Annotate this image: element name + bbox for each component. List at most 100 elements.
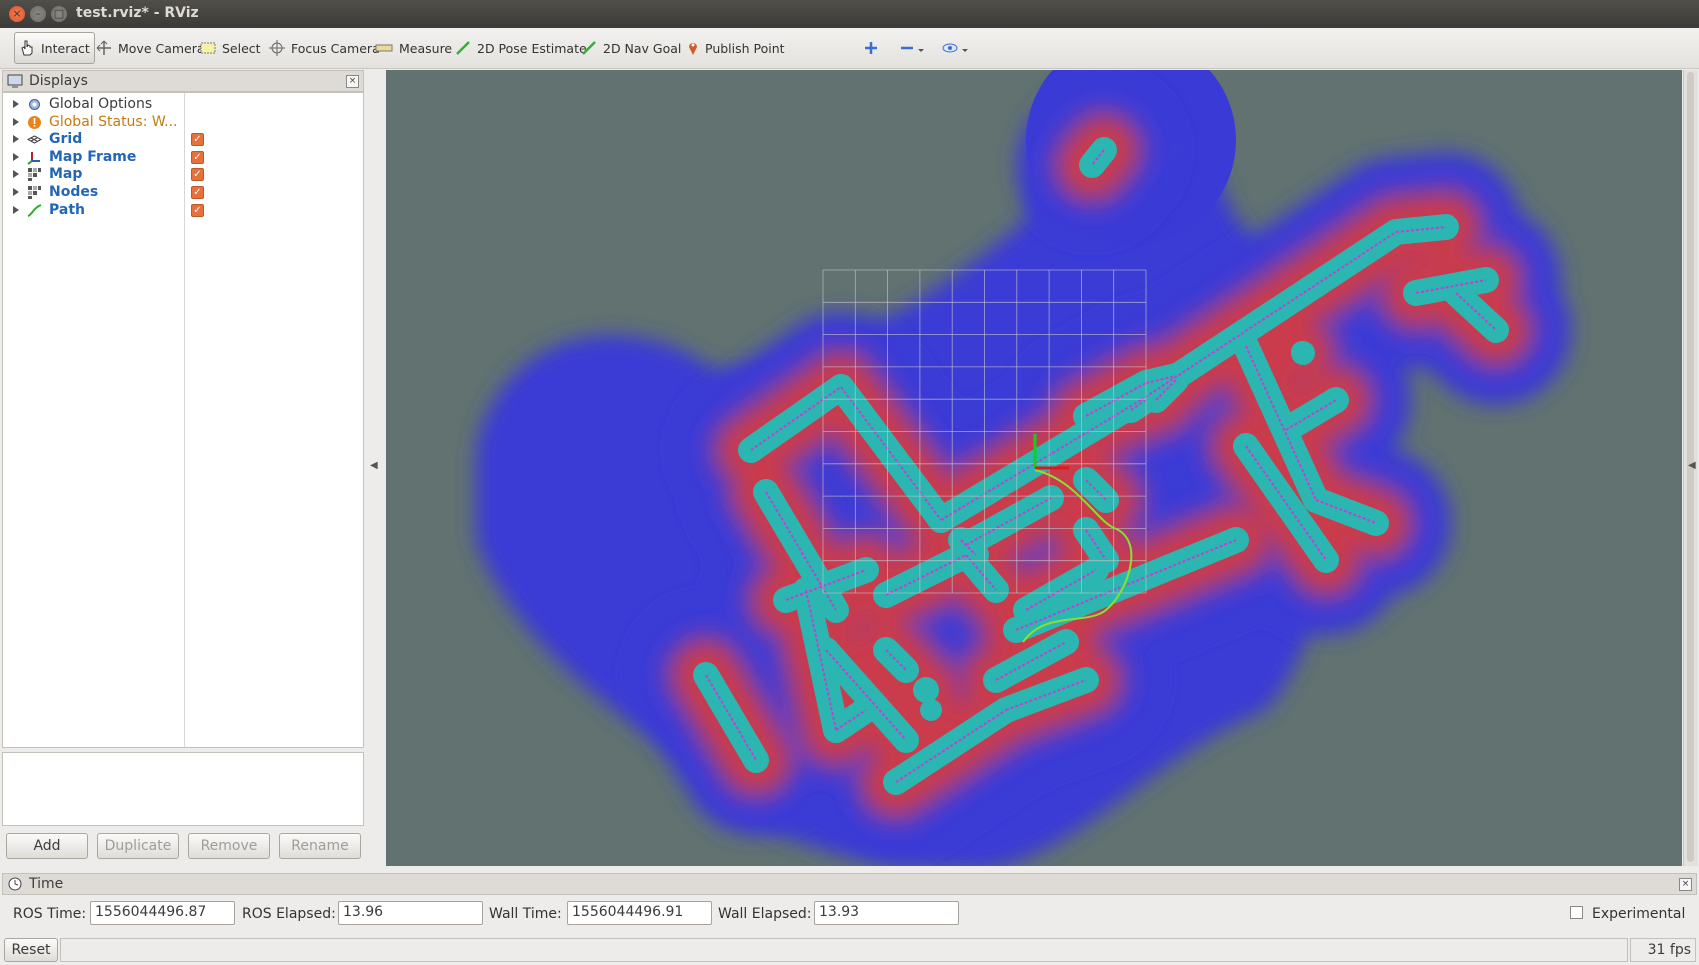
tool-label: Measure	[399, 40, 453, 56]
window-maximize-button[interactable]: □	[51, 6, 67, 22]
costmap-canvas	[476, 70, 1571, 866]
ruler-icon	[375, 44, 393, 52]
tool-label: Publish Point	[705, 40, 785, 56]
wall-elapsed-label: Wall Elapsed:	[718, 906, 812, 922]
ros-elapsed-field[interactable]: 13.96	[338, 901, 483, 925]
display-item-path[interactable]: Path ✓	[3, 201, 363, 220]
display-item-label: Map Frame	[49, 148, 137, 165]
tool-interact[interactable]: Interact	[14, 32, 95, 64]
expand-arrow-icon[interactable]	[13, 188, 19, 196]
expand-arrow-icon[interactable]	[13, 205, 19, 214]
collapse-left-arrow[interactable]: ◀	[370, 460, 378, 471]
toolbar: Interact Move Camera Select Focus Camera…	[0, 28, 1699, 69]
duplicate-display-button[interactable]: Duplicate	[97, 833, 179, 859]
window-minimize-button[interactable]: –	[30, 6, 46, 22]
monitor-icon	[7, 74, 23, 88]
display-enabled-checkbox[interactable]: ✓	[191, 186, 204, 199]
move-camera-icon	[96, 40, 111, 55]
display-item-global-options[interactable]: Global Options	[3, 95, 363, 114]
plus-icon	[865, 42, 877, 54]
status-bar: Reset 31 fps	[0, 935, 1699, 965]
status-message	[60, 938, 1628, 962]
expand-arrow-icon[interactable]	[13, 170, 19, 179]
tool-label: Move Camera	[118, 40, 205, 56]
tool-publish-point[interactable]: Publish Point	[683, 36, 789, 60]
display-item-map[interactable]: Map ✓	[3, 165, 363, 184]
experimental-checkbox[interactable]	[1570, 906, 1583, 919]
collapse-right-arrow[interactable]: ◀	[1688, 460, 1696, 471]
add-tool-button[interactable]	[860, 36, 882, 60]
display-item-label: Map	[49, 166, 83, 183]
tool-2d-nav-goal[interactable]: 2D Nav Goal	[577, 36, 685, 60]
display-item-map-frame[interactable]: Map Frame ✓	[3, 148, 363, 167]
experimental-label: Experimental	[1592, 906, 1686, 922]
display-item-label: Path	[49, 201, 85, 218]
map-icon	[27, 185, 42, 200]
display-enabled-checkbox[interactable]: ✓	[191, 150, 204, 164]
display-item-global-status-w[interactable]: Global Status: W...	[3, 113, 363, 132]
time-close-button[interactable]: ×	[1679, 878, 1692, 891]
displays-header: Displays ×	[2, 70, 364, 92]
minus-icon	[901, 46, 924, 52]
expand-arrow-icon[interactable]	[13, 152, 19, 161]
display-item-nodes[interactable]: Nodes ✓	[3, 183, 363, 202]
display-enabled-checkbox[interactable]: ✓	[191, 168, 204, 182]
expand-arrow-icon[interactable]	[13, 100, 19, 108]
clock-icon	[8, 877, 22, 891]
wall-time-label: Wall Time:	[489, 906, 562, 922]
fps-counter: 31 fps	[1630, 938, 1696, 962]
remove-display-button[interactable]: Remove	[188, 833, 270, 859]
display-description	[2, 752, 364, 826]
displays-tree: Global Options Global Status: W... Grid ✓ Ma…	[2, 92, 364, 748]
hand-pointer-icon	[21, 40, 33, 56]
wall-time-field[interactable]: 1556044496.91	[567, 901, 712, 925]
window-titlebar: × – □ test.rviz* - RViz	[0, 0, 1699, 28]
map-icon	[27, 167, 42, 182]
ros-time-field[interactable]: 1556044496.87	[90, 901, 235, 925]
green-arrow-icon	[456, 41, 470, 55]
time-title: Time	[29, 876, 64, 892]
tool-label: 2D Nav Goal	[603, 40, 682, 56]
display-item-label: Global Options	[49, 96, 153, 112]
tool-2d-pose-estimate[interactable]: 2D Pose Estimate	[451, 36, 591, 60]
green-arrow-icon	[582, 41, 596, 55]
time-bar: ROS Time: 1556044496.87 ROS Elapsed: 13.…	[2, 896, 1697, 932]
reset-button[interactable]: Reset	[4, 938, 58, 962]
eye-icon	[942, 43, 968, 53]
display-enabled-checkbox[interactable]: ✓	[191, 203, 204, 217]
warning-icon	[27, 115, 42, 130]
displays-panel: Displays × Global Options Global Status: …	[2, 70, 364, 870]
ros-time-label: ROS Time:	[13, 906, 87, 922]
tool-label: Focus Camera	[291, 40, 380, 56]
display-item-grid[interactable]: Grid ✓	[3, 130, 363, 149]
add-display-button[interactable]: Add	[6, 833, 88, 859]
display-item-label: Global Status: W...	[49, 113, 178, 130]
focus-crosshair-icon	[269, 40, 285, 56]
tool-focus-camera[interactable]: Focus Camera	[265, 36, 384, 60]
tool-move-camera[interactable]: Move Camera	[92, 36, 209, 60]
rename-display-button[interactable]: Rename	[279, 833, 361, 859]
axes-icon	[27, 150, 42, 165]
expand-arrow-icon[interactable]	[13, 135, 19, 144]
displays-close-button[interactable]: ×	[346, 75, 359, 88]
render-view[interactable]	[386, 70, 1682, 866]
display-enabled-checkbox[interactable]: ✓	[191, 133, 204, 147]
window-close-button[interactable]: ×	[9, 6, 25, 22]
tool-measure[interactable]: Measure	[371, 36, 456, 60]
gear-icon	[27, 97, 42, 112]
ros-elapsed-label: ROS Elapsed:	[242, 906, 336, 922]
tool-label: Interact	[41, 40, 90, 56]
wall-elapsed-field[interactable]: 13.93	[814, 901, 959, 925]
displays-title: Displays	[29, 73, 88, 89]
expand-arrow-icon[interactable]	[13, 117, 19, 126]
select-box-icon	[200, 42, 216, 54]
window-title: test.rviz* - RViz	[76, 5, 199, 21]
tool-label: 2D Pose Estimate	[477, 40, 587, 56]
map-pin-icon	[689, 43, 697, 55]
display-item-label: Grid	[49, 131, 83, 148]
grid-icon	[26, 132, 43, 147]
view-tool-button[interactable]	[938, 36, 974, 60]
tool-select[interactable]: Select	[196, 36, 265, 60]
remove-tool-button[interactable]	[896, 36, 930, 60]
time-header: Time ×	[2, 873, 1697, 895]
